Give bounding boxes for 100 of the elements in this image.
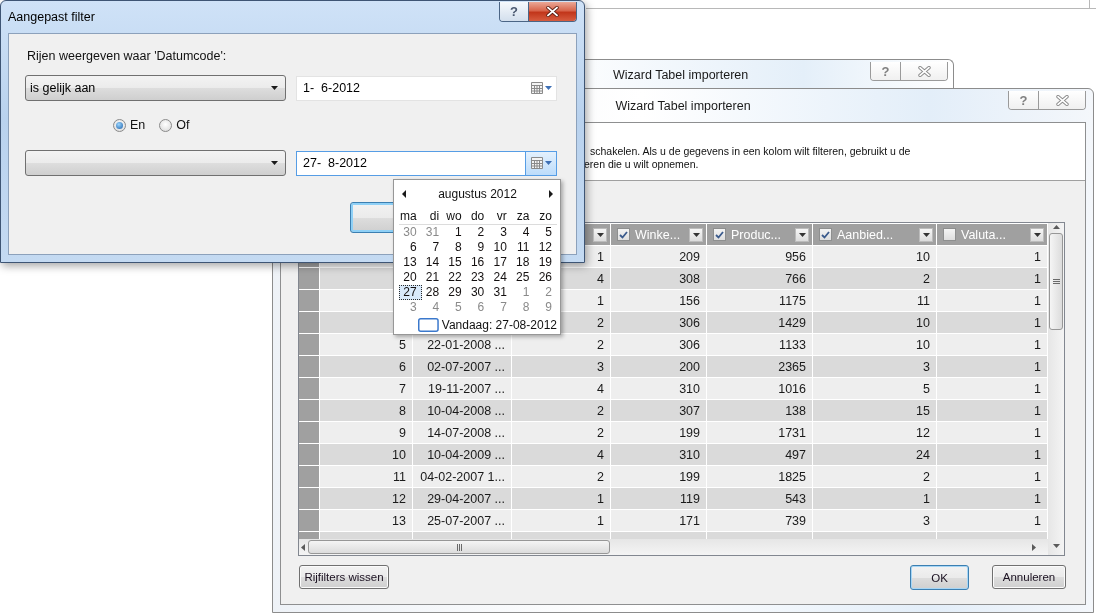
scroll-left-arrow-icon[interactable] bbox=[301, 543, 305, 551]
calendar-day[interactable]: 1 bbox=[511, 285, 535, 300]
table-cell: 15 bbox=[916, 403, 930, 418]
calendar-day[interactable]: 3 bbox=[489, 225, 512, 240]
radio-button[interactable] bbox=[159, 118, 173, 132]
filter-dropdown-button[interactable] bbox=[1030, 227, 1044, 242]
table-cell: 1 bbox=[1034, 403, 1041, 418]
table-cell: 8 bbox=[399, 403, 406, 418]
radio-label[interactable]: Of bbox=[176, 118, 190, 132]
scroll-right-arrow-icon[interactable] bbox=[1032, 543, 1036, 551]
row-header[interactable] bbox=[299, 466, 320, 488]
filter-dropdown-button[interactable] bbox=[593, 227, 607, 242]
row-header[interactable] bbox=[299, 312, 320, 334]
table-cell: 1 bbox=[1034, 359, 1041, 374]
triangle-right-icon[interactable] bbox=[549, 190, 553, 198]
row-header[interactable] bbox=[299, 488, 320, 510]
row-header[interactable] bbox=[299, 334, 320, 356]
filter-dropdown-button[interactable] bbox=[689, 227, 703, 242]
calendar-day[interactable]: 28 bbox=[421, 285, 445, 300]
table-cell: 1 bbox=[597, 249, 604, 264]
scroll-down-arrow-icon[interactable] bbox=[1052, 544, 1060, 548]
horizontal-scrollbar[interactable] bbox=[299, 539, 1048, 555]
dialog-button[interactable]: Rijfilters wissen bbox=[299, 565, 389, 589]
date-field[interactable]: 1- 6-2012 bbox=[296, 75, 557, 101]
row-header[interactable] bbox=[299, 422, 320, 444]
calendar-day[interactable]: 22 bbox=[444, 270, 467, 285]
calendar-day[interactable]: 2 bbox=[534, 285, 557, 300]
today-link[interactable]: Vandaag: 27-08-2012 bbox=[441, 318, 557, 332]
table-cell: 2 bbox=[597, 469, 604, 484]
calendar-day[interactable]: 31 bbox=[489, 285, 512, 300]
row-header[interactable] bbox=[299, 356, 320, 378]
calendar-day[interactable]: 25 bbox=[511, 270, 535, 285]
row-header[interactable] bbox=[299, 290, 320, 312]
checkbox[interactable] bbox=[713, 228, 726, 241]
row-header[interactable] bbox=[299, 268, 320, 290]
table-cell: 25-07-2007 ... bbox=[427, 513, 505, 528]
filter-dropdown-button[interactable] bbox=[795, 227, 809, 242]
close-button[interactable] bbox=[529, 2, 576, 21]
calendar-day[interactable]: 8 bbox=[444, 240, 467, 255]
dialog-button[interactable]: Annuleren bbox=[992, 565, 1066, 589]
calendar-day[interactable]: 10 bbox=[489, 240, 512, 255]
calendar-day[interactable]: 13 bbox=[399, 255, 422, 270]
calendar-day[interactable]: 23 bbox=[466, 270, 490, 285]
calendar-day[interactable]: 4 bbox=[511, 225, 535, 240]
calendar-day[interactable]: 26 bbox=[534, 270, 557, 285]
help-button[interactable]: ? bbox=[871, 62, 901, 80]
calendar-day[interactable]: 9 bbox=[534, 300, 557, 315]
scrollbar-thumb[interactable] bbox=[308, 540, 610, 554]
radio-label[interactable]: En bbox=[130, 118, 146, 132]
table-cell: 19-11-2007 ... bbox=[428, 381, 505, 396]
calendar-day[interactable]: 24 bbox=[489, 270, 512, 285]
table-cell: 02-07-2007 ... bbox=[427, 359, 505, 374]
calendar-day[interactable]: 3 bbox=[399, 300, 422, 315]
close-icon bbox=[917, 65, 931, 77]
calendar-day[interactable]: 30 bbox=[466, 285, 490, 300]
checkbox[interactable] bbox=[819, 228, 832, 241]
row-header[interactable] bbox=[299, 400, 320, 422]
help-button[interactable]: ? bbox=[500, 2, 529, 21]
calendar-day[interactable]: 5 bbox=[444, 300, 467, 315]
checkbox[interactable] bbox=[617, 228, 630, 241]
calendar-day[interactable]: 20 bbox=[399, 270, 422, 285]
date-field[interactable]: 27- 8-2012 bbox=[296, 150, 557, 176]
filter-dropdown-button[interactable] bbox=[919, 227, 933, 242]
calendar-day[interactable]: 19 bbox=[534, 255, 557, 270]
operator-dropdown[interactable] bbox=[25, 150, 286, 176]
table-cell: 308 bbox=[679, 271, 700, 286]
triangle-left-icon[interactable] bbox=[402, 190, 406, 198]
help-button[interactable]: ? bbox=[1009, 91, 1039, 109]
table-cell: 10-04-2008 ... bbox=[427, 403, 505, 418]
checkbox[interactable] bbox=[943, 228, 956, 241]
caret-down-icon bbox=[544, 86, 552, 90]
calendar-day[interactable]: 9 bbox=[466, 240, 490, 255]
scroll-up-arrow-icon[interactable] bbox=[1052, 225, 1060, 229]
calendar-day[interactable]: 1 bbox=[444, 225, 467, 240]
calendar-day[interactable]: 11 bbox=[511, 240, 535, 255]
calendar-day[interactable]: 18 bbox=[511, 255, 535, 270]
calendar-day[interactable]: 21 bbox=[421, 270, 445, 285]
calendar-day[interactable]: 12 bbox=[534, 240, 557, 255]
scrollbar-thumb[interactable] bbox=[1049, 233, 1063, 330]
row-header[interactable] bbox=[299, 378, 320, 400]
operator-dropdown[interactable]: is gelijk aan bbox=[25, 75, 286, 101]
dialog-button[interactable]: OK bbox=[910, 565, 969, 590]
radio-button[interactable] bbox=[113, 118, 126, 132]
calendar-day[interactable]: 27 bbox=[399, 285, 422, 300]
calendar-day[interactable]: 6 bbox=[399, 240, 422, 255]
calendar-day[interactable]: 17 bbox=[489, 255, 512, 270]
calendar-day[interactable]: 8 bbox=[511, 300, 535, 315]
calendar-day[interactable]: 6 bbox=[466, 300, 490, 315]
calendar-day[interactable]: 14 bbox=[421, 255, 445, 270]
calendar-day[interactable]: 29 bbox=[444, 285, 467, 300]
calendar-day[interactable]: 2 bbox=[466, 225, 490, 240]
calendar-dropdown-button[interactable] bbox=[525, 151, 556, 175]
calendar-day[interactable]: 7 bbox=[421, 240, 445, 255]
vertical-scrollbar[interactable] bbox=[1048, 223, 1064, 555]
calendar-day[interactable]: 16 bbox=[466, 255, 490, 270]
calendar-day[interactable]: 5 bbox=[534, 225, 557, 240]
calendar-day[interactable]: 15 bbox=[444, 255, 467, 270]
row-header[interactable] bbox=[299, 444, 320, 466]
calendar-day[interactable]: 30 bbox=[399, 225, 422, 240]
row-header[interactable] bbox=[299, 510, 320, 532]
